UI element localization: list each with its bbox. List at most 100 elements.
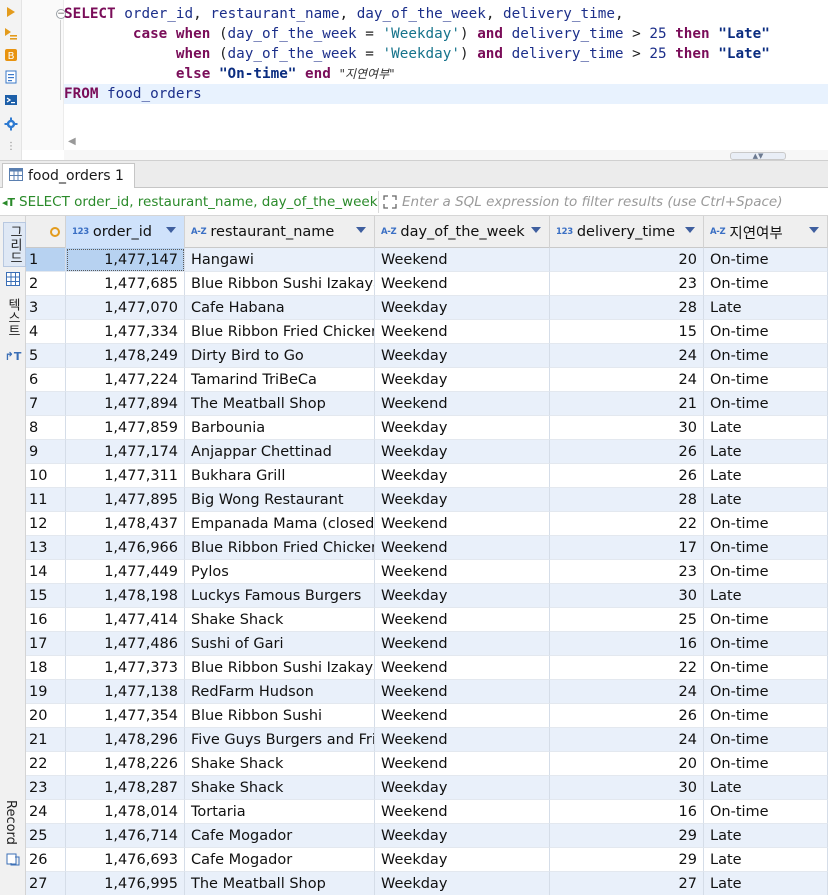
cell-restaurant-name[interactable]: Blue Ribbon Fried Chicken	[185, 536, 375, 560]
row-number[interactable]: 14	[26, 560, 66, 584]
cell-delivery-time[interactable]: 25	[550, 608, 704, 632]
sort-filter-arrow-icon[interactable]	[685, 227, 695, 233]
cell-day-of-the-week[interactable]: Weekday	[375, 416, 550, 440]
record-view-tab[interactable]: Record	[3, 800, 18, 845]
cell-delay-flag[interactable]: On-time	[704, 608, 828, 632]
sql-editor[interactable]: B ⋮ − SELECT order_id, restaurant_name, …	[0, 0, 828, 160]
row-number[interactable]: 13	[26, 536, 66, 560]
row-number[interactable]: 23	[26, 776, 66, 800]
row-number[interactable]: 18	[26, 656, 66, 680]
cell-delay-flag[interactable]: Late	[704, 416, 828, 440]
cell-day-of-the-week[interactable]: Weekday	[375, 848, 550, 872]
cell-order-id[interactable]: 1,476,966	[66, 536, 185, 560]
row-number[interactable]: 16	[26, 608, 66, 632]
cell-order-id[interactable]: 1,477,373	[66, 656, 185, 680]
cell-order-id[interactable]: 1,478,014	[66, 800, 185, 824]
cell-restaurant-name[interactable]: Barbounia	[185, 416, 375, 440]
cell-delivery-time[interactable]: 21	[550, 392, 704, 416]
select-all-corner[interactable]	[26, 216, 66, 248]
code-line[interactable]: SELECT order_id, restaurant_name, day_of…	[64, 4, 828, 24]
cell-day-of-the-week[interactable]: Weekday	[375, 872, 550, 895]
cell-delay-flag[interactable]: On-time	[704, 632, 828, 656]
code-line[interactable]: case when (day_of_the_week = 'Weekday') …	[64, 24, 828, 44]
cell-delay-flag[interactable]: Late	[704, 776, 828, 800]
row-number[interactable]: 17	[26, 632, 66, 656]
cell-restaurant-name[interactable]: Anjappar Chettinad	[185, 440, 375, 464]
cell-restaurant-name[interactable]: RedFarm Hudson	[185, 680, 375, 704]
cell-restaurant-name[interactable]: Empanada Mama (closed)	[185, 512, 375, 536]
scroll-left-arrow-icon[interactable]: ◀	[68, 136, 76, 147]
row-number[interactable]: 5	[26, 344, 66, 368]
table-row[interactable]: 10 1,477,311 Bukhara Grill Weekday 26 Late	[26, 464, 828, 488]
cell-day-of-the-week[interactable]: Weekday	[375, 368, 550, 392]
cell-day-of-the-week[interactable]: Weekend	[375, 656, 550, 680]
cell-order-id[interactable]: 1,478,287	[66, 776, 185, 800]
grid-view-tab[interactable]: 그리드	[3, 222, 26, 267]
cell-order-id[interactable]: 1,477,486	[66, 632, 185, 656]
table-row[interactable]: 24 1,478,014 Tortaria Weekend 16 On-time	[26, 800, 828, 824]
query-source-label[interactable]: ◂T SELECT order_id, restaurant_name, day…	[2, 192, 378, 212]
cell-delay-flag[interactable]: Late	[704, 824, 828, 848]
cell-delay-flag[interactable]: On-time	[704, 680, 828, 704]
row-number[interactable]: 24	[26, 800, 66, 824]
cell-delivery-time[interactable]: 30	[550, 584, 704, 608]
cell-delay-flag[interactable]: Late	[704, 488, 828, 512]
cell-order-id[interactable]: 1,477,894	[66, 392, 185, 416]
more-tools-icon[interactable]: ⋮	[3, 138, 19, 154]
cell-restaurant-name[interactable]: Shake Shack	[185, 752, 375, 776]
cell-delivery-time[interactable]: 28	[550, 296, 704, 320]
results-grid[interactable]: 123 order_id A-Z restaurant_name A-Z day…	[26, 216, 828, 895]
column-header-delay-flag[interactable]: A-Z 지연여부	[704, 216, 828, 248]
cell-delivery-time[interactable]: 24	[550, 680, 704, 704]
row-number[interactable]: 20	[26, 704, 66, 728]
column-header-day-of-the-week[interactable]: A-Z day_of_the_week	[375, 216, 550, 248]
execute-statement-icon[interactable]	[3, 4, 19, 20]
cell-delay-flag[interactable]: Late	[704, 584, 828, 608]
table-row[interactable]: 1 1,477,147 Hangawi Weekend 20 On-time	[26, 248, 828, 272]
cell-order-id[interactable]: 1,477,138	[66, 680, 185, 704]
cell-order-id[interactable]: 1,477,334	[66, 320, 185, 344]
cell-delivery-time[interactable]: 29	[550, 824, 704, 848]
cell-day-of-the-week[interactable]: Weekend	[375, 320, 550, 344]
settings-gear-icon[interactable]	[3, 116, 19, 132]
cell-delivery-time[interactable]: 23	[550, 560, 704, 584]
cell-delivery-time[interactable]: 28	[550, 488, 704, 512]
table-row[interactable]: 14 1,477,449 Pylos Weekend 23 On-time	[26, 560, 828, 584]
cell-day-of-the-week[interactable]: Weekday	[375, 344, 550, 368]
cell-day-of-the-week[interactable]: Weekend	[375, 392, 550, 416]
table-row[interactable]: 16 1,477,414 Shake Shack Weekend 25 On-time	[26, 608, 828, 632]
filter-expression-input[interactable]	[402, 191, 826, 213]
cell-order-id[interactable]: 1,477,224	[66, 368, 185, 392]
table-row[interactable]: 26 1,476,693 Cafe Mogador Weekday 29 Late	[26, 848, 828, 872]
table-row[interactable]: 7 1,477,894 The Meatball Shop Weekend 21 On-t…	[26, 392, 828, 416]
cell-restaurant-name[interactable]: The Meatball Shop	[185, 392, 375, 416]
row-number[interactable]: 12	[26, 512, 66, 536]
cell-day-of-the-week[interactable]: Weekend	[375, 608, 550, 632]
cell-order-id[interactable]: 1,477,311	[66, 464, 185, 488]
table-row[interactable]: 9 1,477,174 Anjappar Chettinad Weekday 26 Lat…	[26, 440, 828, 464]
tab-food-orders-1[interactable]: food_orders 1	[2, 163, 135, 188]
cell-delay-flag[interactable]: On-time	[704, 392, 828, 416]
cell-delay-flag[interactable]: On-time	[704, 512, 828, 536]
row-number[interactable]: 19	[26, 680, 66, 704]
cell-delivery-time[interactable]: 24	[550, 344, 704, 368]
cell-restaurant-name[interactable]: Blue Ribbon Sushi Izakaya	[185, 656, 375, 680]
cell-order-id[interactable]: 1,478,226	[66, 752, 185, 776]
cell-restaurant-name[interactable]: Shake Shack	[185, 776, 375, 800]
table-row[interactable]: 3 1,477,070 Cafe Habana Weekday 28 Late	[26, 296, 828, 320]
grid-view-icon[interactable]	[2, 272, 24, 286]
row-number[interactable]: 21	[26, 728, 66, 752]
cell-delivery-time[interactable]: 23	[550, 272, 704, 296]
cell-delay-flag[interactable]: On-time	[704, 344, 828, 368]
cell-restaurant-name[interactable]: Big Wong Restaurant	[185, 488, 375, 512]
cell-order-id[interactable]: 1,478,437	[66, 512, 185, 536]
cell-order-id[interactable]: 1,478,296	[66, 728, 185, 752]
cell-day-of-the-week[interactable]: Weekend	[375, 632, 550, 656]
cell-order-id[interactable]: 1,477,685	[66, 272, 185, 296]
cell-restaurant-name[interactable]: Blue Ribbon Sushi Izakaya	[185, 272, 375, 296]
cell-restaurant-name[interactable]: Sushi of Gari	[185, 632, 375, 656]
cell-day-of-the-week[interactable]: Weekend	[375, 512, 550, 536]
cell-day-of-the-week[interactable]: Weekend	[375, 704, 550, 728]
cell-delay-flag[interactable]: On-time	[704, 560, 828, 584]
cell-restaurant-name[interactable]: Pylos	[185, 560, 375, 584]
